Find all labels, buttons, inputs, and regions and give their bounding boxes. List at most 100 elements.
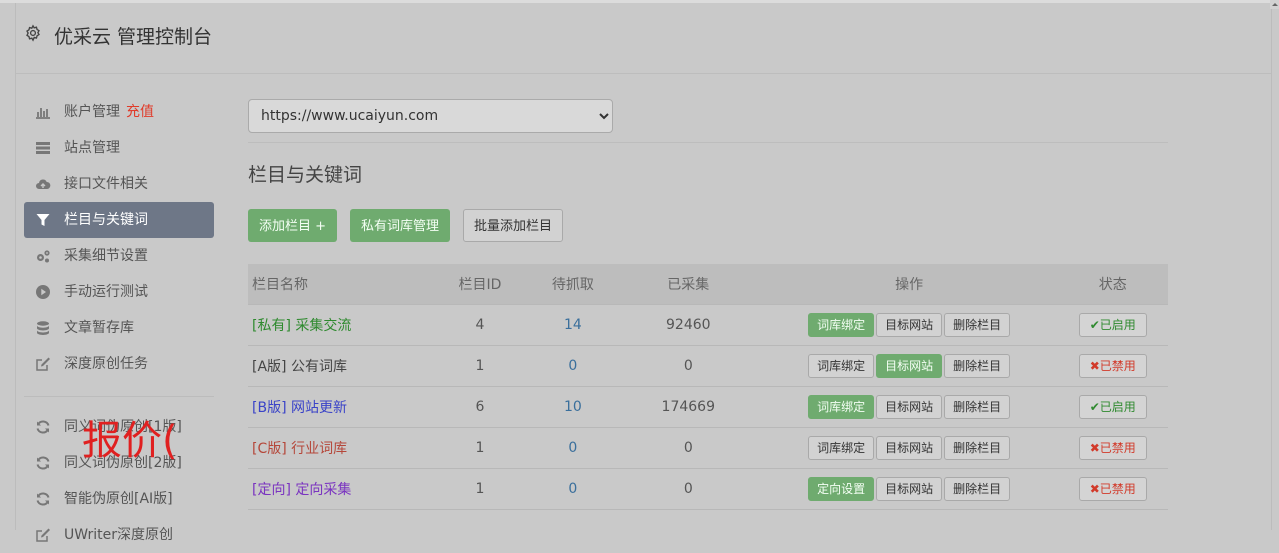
- delete-column-button[interactable]: 删除栏目: [944, 313, 1011, 337]
- sidebar-item-sites[interactable]: 站点管理: [24, 130, 214, 166]
- check-icon: ✔: [1089, 318, 1100, 332]
- status-cell: ✖已禁用: [1057, 345, 1168, 387]
- bar-chart-icon: [36, 108, 50, 119]
- bind-lexicon-button[interactable]: 词库绑定: [808, 395, 875, 419]
- column-id: 1: [429, 427, 531, 469]
- column-name-cell: [A版] 公有词库: [248, 345, 430, 387]
- sidebar-item-ai-rewrite[interactable]: 智能伪原创[AI版]: [24, 481, 214, 517]
- gears-icon: [37, 250, 50, 263]
- column-tag: [B版]: [252, 400, 287, 416]
- status-toggle-button[interactable]: ✖已禁用: [1078, 354, 1147, 378]
- sidebar-item-uwriter[interactable]: UWriter深度原创: [24, 517, 214, 553]
- scrollbar-up-button[interactable]: [1270, 0, 1279, 9]
- sidebar-item-columns-keywords[interactable]: 栏目与关键词: [24, 202, 214, 238]
- header-collected: 已采集: [667, 277, 710, 293]
- bind-lexicon-button[interactable]: 词库绑定: [808, 436, 875, 460]
- sidebar-item-label: 站点管理: [64, 140, 120, 156]
- sidebar-item-account[interactable]: 账户管理 充值: [24, 94, 214, 130]
- refresh-icon: [36, 492, 50, 506]
- app-title: 优采云 管理控制台: [54, 26, 213, 48]
- header-id: 栏目ID: [458, 277, 502, 293]
- app-header: 优采云 管理控制台: [16, 3, 1271, 74]
- column-name-link[interactable]: 网站更新: [291, 400, 347, 416]
- target-site-button[interactable]: 目标网站: [876, 477, 943, 501]
- sidebar-item-label: 采集细节设置: [64, 248, 148, 264]
- table-row: [定向] 定向采集 1 0 0 定向设置 目标网站 删除栏目 ✖已禁用: [248, 468, 1168, 510]
- collected-count: 92460: [615, 304, 761, 346]
- bind-lexicon-button[interactable]: 词库绑定: [808, 313, 875, 337]
- status-toggle-button[interactable]: ✔已启用: [1078, 395, 1147, 419]
- table-row: [C版] 行业词库 1 0 0 词库绑定 目标网站 删除栏目 ✖已禁用: [248, 427, 1168, 469]
- filter-icon: [36, 214, 50, 226]
- database-icon: [37, 321, 49, 335]
- table-row: [B版] 网站更新 6 10 174669 词库绑定 目标网站 删除栏目 ✔已启用: [248, 386, 1168, 428]
- pending-count[interactable]: 0: [530, 345, 616, 387]
- refresh-icon: [36, 420, 50, 434]
- sidebar-item-api-files[interactable]: 接口文件相关: [24, 166, 214, 202]
- target-site-button[interactable]: 目标网站: [876, 436, 943, 460]
- table-row: [A版] 公有词库 1 0 0 词库绑定 目标网站 删除栏目 ✖已禁用: [248, 345, 1168, 387]
- edit-icon: [36, 528, 50, 542]
- status-cell: ✔已启用: [1057, 386, 1168, 428]
- delete-column-button[interactable]: 删除栏目: [944, 436, 1011, 460]
- server-icon: [36, 142, 50, 154]
- pending-count[interactable]: 14: [530, 304, 616, 346]
- column-tag: [A版]: [252, 359, 287, 375]
- status-toggle-button[interactable]: ✖已禁用: [1078, 477, 1147, 501]
- check-icon: ✔: [1089, 400, 1100, 414]
- column-name-link[interactable]: 行业词库: [291, 441, 347, 457]
- pending-count[interactable]: 0: [530, 468, 616, 510]
- column-name-link[interactable]: 定向采集: [295, 482, 351, 498]
- delete-column-button[interactable]: 删除栏目: [944, 395, 1011, 419]
- column-name-link[interactable]: 公有词库: [291, 359, 347, 375]
- sidebar-item-label: 深度原创任务: [64, 356, 148, 372]
- sidebar-item-label: 智能伪原创[AI版]: [64, 491, 173, 507]
- toolbar: 添加栏目 + 私有词库管理 批量添加栏目: [248, 209, 1168, 242]
- pending-count[interactable]: 0: [530, 427, 616, 469]
- private-lexicon-button[interactable]: 私有词库管理: [350, 209, 451, 242]
- header-pending: 待抓取: [551, 277, 594, 293]
- batch-add-button[interactable]: 批量添加栏目: [463, 209, 564, 242]
- actions-cell: 词库绑定 目标网站 删除栏目: [760, 345, 1058, 387]
- column-tag: [私有]: [252, 318, 291, 334]
- bind-lexicon-button[interactable]: 词库绑定: [808, 354, 875, 378]
- column-id: 4: [429, 304, 531, 346]
- add-column-button[interactable]: 添加栏目 +: [248, 209, 338, 242]
- status-cell: ✖已禁用: [1057, 468, 1168, 510]
- site-select[interactable]: https://www.ucaiyun.com: [248, 99, 613, 133]
- sidebar-divider: [24, 396, 214, 397]
- column-name-cell: [B版] 网站更新: [248, 386, 430, 428]
- column-name-link[interactable]: 采集交流: [295, 318, 351, 334]
- table-header-row: 栏目名称 栏目ID 待抓取 已采集 操作 状态: [248, 264, 1168, 305]
- collected-count: 0: [615, 427, 761, 469]
- sidebar-item-deep-original[interactable]: 深度原创任务: [24, 346, 214, 382]
- section-divider: [248, 142, 1168, 143]
- column-name-cell: [私有] 采集交流: [248, 304, 430, 346]
- column-tag: [C版]: [252, 441, 287, 457]
- actions-cell: 词库绑定 目标网站 删除栏目: [760, 304, 1058, 346]
- sidebar-item-manual-run[interactable]: 手动运行测试: [24, 274, 214, 310]
- status-label: 已禁用: [1099, 482, 1136, 496]
- collected-count: 0: [615, 345, 761, 387]
- delete-column-button[interactable]: 删除栏目: [944, 477, 1011, 501]
- delete-column-button[interactable]: 删除栏目: [944, 354, 1011, 378]
- target-site-button[interactable]: 目标网站: [876, 313, 943, 337]
- target-site-button[interactable]: 目标网站: [876, 395, 943, 419]
- main-content: https://www.ucaiyun.com 栏目与关键词 添加栏目 + 私有…: [248, 99, 1168, 510]
- recharge-link[interactable]: 充值: [126, 104, 154, 120]
- sidebar-item-collect-settings[interactable]: 采集细节设置: [24, 238, 214, 274]
- column-id: 1: [429, 345, 531, 387]
- close-icon: ✖: [1089, 482, 1100, 496]
- pending-count[interactable]: 10: [530, 386, 616, 428]
- columns-table: 栏目名称 栏目ID 待抓取 已采集 操作 状态 [私有] 采集交流 4 14 9246…: [248, 264, 1168, 510]
- status-toggle-button[interactable]: ✔已启用: [1078, 313, 1147, 337]
- status-toggle-button[interactable]: ✖已禁用: [1078, 436, 1147, 460]
- actions-cell: 词库绑定 目标网站 删除栏目: [760, 386, 1058, 428]
- actions-cell: 定向设置 目标网站 删除栏目: [760, 468, 1058, 510]
- actions-cell: 词库绑定 目标网站 删除栏目: [760, 427, 1058, 469]
- close-icon: ✖: [1089, 359, 1100, 373]
- directed-settings-button[interactable]: 定向设置: [808, 477, 875, 501]
- sidebar-item-article-storage[interactable]: 文章暂存库: [24, 310, 214, 346]
- target-site-button[interactable]: 目标网站: [876, 354, 943, 378]
- close-icon: ✖: [1089, 441, 1100, 455]
